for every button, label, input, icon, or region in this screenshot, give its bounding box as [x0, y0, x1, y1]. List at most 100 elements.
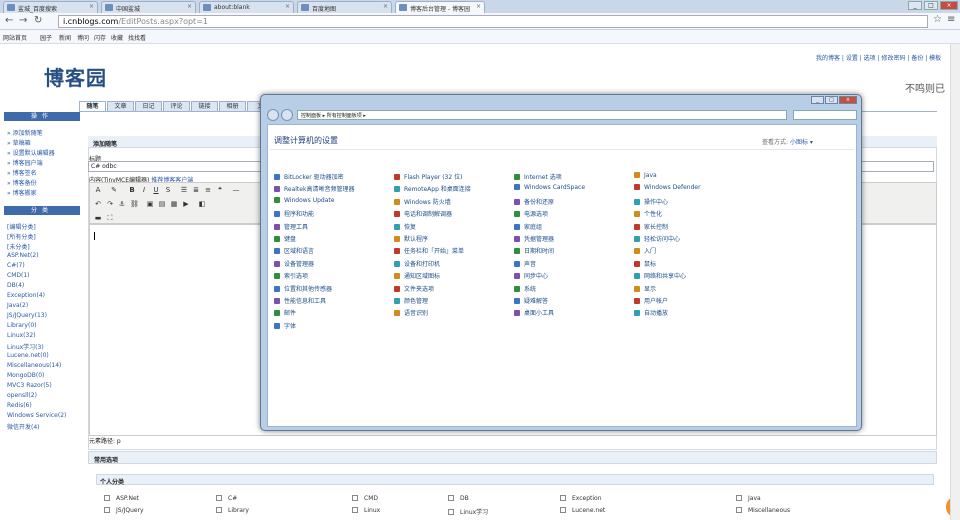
category-link[interactable]: Redis(6) — [7, 402, 32, 409]
html-icon[interactable]: ◧ — [198, 200, 206, 208]
cp-item[interactable]: 家长控制 — [634, 222, 668, 231]
sidebar-link[interactable]: » 草稿箱 — [7, 138, 31, 147]
cp-item[interactable]: Windows Defender — [634, 184, 701, 191]
cp-item[interactable]: Windows CardSpace — [514, 184, 585, 191]
category-link[interactable]: Miscellaneous(14) — [7, 362, 61, 369]
bookmark-link[interactable]: 新闻 — [59, 33, 71, 42]
media-icon[interactable]: ▶ — [182, 200, 190, 208]
category-link[interactable]: Exception(4) — [7, 292, 45, 299]
cp-item[interactable]: 系统 — [514, 284, 536, 293]
bookmark-link[interactable]: 闪存 — [94, 33, 106, 42]
category-checkbox[interactable]: Linux学习 — [448, 507, 488, 516]
category-link[interactable]: C#(7) — [7, 262, 25, 269]
cp-item[interactable]: 区域和语言 — [274, 246, 314, 255]
category-checkbox[interactable]: Exception — [560, 495, 602, 502]
category-checkbox[interactable]: Linux — [352, 507, 380, 514]
cp-item[interactable]: Flash Player (32 位) — [394, 172, 462, 181]
sidebar-link[interactable]: » 添加新随笔 — [7, 128, 43, 137]
close-icon[interactable]: × — [940, 1, 958, 10]
image-icon[interactable]: ▣ — [146, 200, 154, 208]
cp-item[interactable]: 个性化 — [634, 209, 662, 218]
category-link[interactable]: JS/JQuery(13) — [7, 312, 47, 319]
cp-item[interactable]: 自动播放 — [634, 308, 668, 317]
category-link[interactable]: [未分类] — [7, 242, 30, 251]
maximize-icon[interactable]: □ — [825, 96, 838, 104]
highlight-icon[interactable]: ✎ — [110, 186, 118, 194]
close-icon[interactable]: × — [187, 3, 192, 10]
format-icon[interactable]: ▬ — [94, 214, 102, 222]
minimize-icon[interactable]: _ — [811, 96, 824, 104]
category-checkbox[interactable]: CMD — [352, 495, 378, 502]
cp-search-input[interactable] — [793, 110, 857, 120]
cp-item[interactable]: Realtek高清晰音频管理器 — [274, 184, 354, 193]
options-header[interactable]: 常用选项 — [88, 451, 937, 464]
cp-item[interactable]: 键盘 — [274, 234, 296, 243]
category-link[interactable]: Windows Service(2) — [7, 412, 66, 419]
strikethrough-icon[interactable]: S — [164, 186, 172, 194]
cp-item[interactable]: 声音 — [514, 259, 536, 268]
category-checkbox[interactable]: Lucene.net — [560, 507, 605, 514]
maximize-icon[interactable]: □ — [924, 1, 938, 10]
bullet-list-icon[interactable]: ☰ — [180, 186, 188, 194]
cp-address-bar[interactable]: 控制面板 ▸ 所有控制面板项 ▸ — [297, 110, 787, 120]
cp-item[interactable]: 索引选项 — [274, 271, 308, 280]
url-input[interactable]: i.cnblogs.com/EditPosts.aspx?opt=1 — [58, 15, 928, 28]
category-link[interactable]: MVC3 Razor(5) — [7, 382, 52, 389]
minimize-icon[interactable]: _ — [908, 1, 922, 10]
category-link[interactable]: Linux(32) — [7, 332, 35, 339]
cp-item[interactable]: 文件夹选项 — [394, 284, 434, 293]
close-icon[interactable]: × — [383, 3, 388, 10]
category-link[interactable]: ASP.Net(2) — [7, 252, 39, 259]
bold-icon[interactable]: B — [128, 186, 136, 194]
font-color-icon[interactable]: A — [94, 186, 102, 194]
sidebar-link[interactable]: » 博客备份 — [7, 178, 37, 187]
cp-item[interactable]: 桌面小工具 — [514, 308, 554, 317]
bookmark-link[interactable]: 园子 — [40, 33, 52, 42]
category-checkbox[interactable]: ASP.Net — [104, 495, 139, 502]
reload-icon[interactable]: ↻ — [34, 15, 42, 26]
category-link[interactable]: CMD(1) — [7, 272, 30, 279]
cp-item[interactable]: 任务栏和「开始」菜单 — [394, 246, 464, 255]
site-logo[interactable]: 博客园 — [44, 62, 107, 91]
cp-item[interactable]: 家庭组 — [514, 222, 542, 231]
sidebar-link[interactable]: » 博客园户端 — [7, 158, 43, 167]
cp-item[interactable]: 疑难解答 — [514, 296, 548, 305]
italic-icon[interactable]: I — [140, 186, 148, 194]
undo-icon[interactable]: ↶ — [94, 200, 102, 208]
cp-item[interactable]: 邮件 — [274, 308, 296, 317]
cp-item[interactable]: Windows Update — [274, 196, 334, 204]
close-icon[interactable]: × — [476, 3, 481, 10]
back-icon[interactable] — [267, 109, 279, 121]
fullscreen-icon[interactable]: ⛶ — [106, 214, 114, 222]
cp-item[interactable]: 语音识别 — [394, 308, 428, 317]
category-checkbox[interactable]: Java — [736, 495, 761, 502]
cp-item[interactable]: Java — [634, 172, 657, 179]
cp-item[interactable]: 用户帐户 — [634, 296, 668, 305]
cp-item[interactable]: 位置和其他传感器 — [274, 284, 332, 293]
forward-icon[interactable] — [281, 109, 293, 121]
cp-item[interactable]: 电话和调制解调器 — [394, 209, 452, 218]
back-icon[interactable]: ← — [5, 15, 13, 26]
unlink-icon[interactable]: ⛓ — [130, 200, 139, 208]
numbered-list-icon[interactable]: ≣ — [192, 186, 200, 194]
code-icon[interactable]: ▤ — [158, 200, 166, 208]
category-link[interactable]: Java(2) — [7, 302, 28, 309]
category-checkbox[interactable]: Library — [216, 507, 249, 514]
bookmark-star-icon[interactable]: ☆ — [933, 14, 942, 25]
category-link[interactable]: opensll(2) — [7, 392, 37, 399]
sidebar-link[interactable]: » 博客搬家 — [7, 188, 37, 197]
cp-item[interactable]: 通知区域图标 — [394, 271, 440, 280]
cp-item[interactable]: 显示 — [634, 284, 656, 293]
category-link[interactable]: Library(0) — [7, 322, 36, 329]
cp-item[interactable]: 设备管理器 — [274, 259, 314, 268]
cp-item[interactable]: 入门 — [634, 246, 656, 255]
cp-item[interactable]: 网络和共享中心 — [634, 271, 686, 280]
bookmark-link[interactable]: 收藏 — [111, 33, 123, 42]
category-link[interactable]: [所有分类] — [7, 232, 36, 241]
quote-icon[interactable]: ❝ — [216, 186, 224, 194]
category-checkbox[interactable]: C# — [216, 495, 237, 502]
category-checkbox[interactable]: Miscellaneous — [736, 507, 790, 514]
forward-icon[interactable]: → — [19, 15, 27, 26]
cp-item[interactable]: 性能信息和工具 — [274, 296, 326, 305]
page-scrollbar[interactable] — [950, 44, 960, 520]
